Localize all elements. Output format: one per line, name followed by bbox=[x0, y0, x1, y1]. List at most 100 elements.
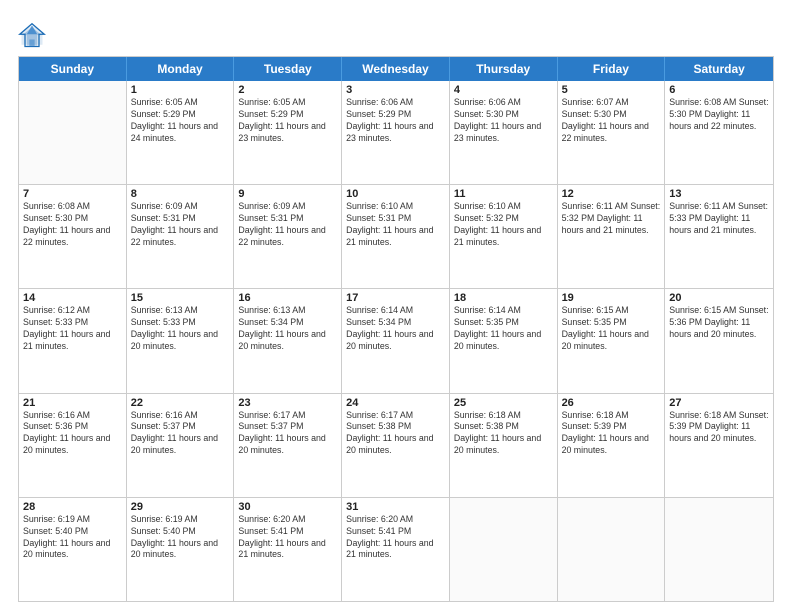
day-info: Sunrise: 6:17 AM Sunset: 5:38 PM Dayligh… bbox=[346, 410, 445, 458]
day-number: 9 bbox=[238, 188, 337, 200]
day-number: 23 bbox=[238, 397, 337, 409]
day-cell-30: 30Sunrise: 6:20 AM Sunset: 5:41 PM Dayli… bbox=[234, 498, 342, 601]
day-cell-4: 4Sunrise: 6:06 AM Sunset: 5:30 PM Daylig… bbox=[450, 81, 558, 184]
calendar-row-3: 14Sunrise: 6:12 AM Sunset: 5:33 PM Dayli… bbox=[19, 288, 773, 392]
day-info: Sunrise: 6:09 AM Sunset: 5:31 PM Dayligh… bbox=[238, 201, 337, 249]
header-day-wednesday: Wednesday bbox=[342, 57, 450, 81]
day-number: 5 bbox=[562, 84, 661, 96]
day-cell-29: 29Sunrise: 6:19 AM Sunset: 5:40 PM Dayli… bbox=[127, 498, 235, 601]
day-number: 29 bbox=[131, 501, 230, 513]
day-number: 27 bbox=[669, 397, 769, 409]
day-info: Sunrise: 6:14 AM Sunset: 5:34 PM Dayligh… bbox=[346, 305, 445, 353]
day-cell-25: 25Sunrise: 6:18 AM Sunset: 5:38 PM Dayli… bbox=[450, 394, 558, 497]
calendar-row-4: 21Sunrise: 6:16 AM Sunset: 5:36 PM Dayli… bbox=[19, 393, 773, 497]
day-number: 28 bbox=[23, 501, 122, 513]
day-info: Sunrise: 6:05 AM Sunset: 5:29 PM Dayligh… bbox=[238, 97, 337, 145]
day-info: Sunrise: 6:18 AM Sunset: 5:38 PM Dayligh… bbox=[454, 410, 553, 458]
day-cell-14: 14Sunrise: 6:12 AM Sunset: 5:33 PM Dayli… bbox=[19, 289, 127, 392]
day-number: 13 bbox=[669, 188, 769, 200]
day-number: 10 bbox=[346, 188, 445, 200]
day-cell-31: 31Sunrise: 6:20 AM Sunset: 5:41 PM Dayli… bbox=[342, 498, 450, 601]
day-number: 12 bbox=[562, 188, 661, 200]
calendar-row-1: 1Sunrise: 6:05 AM Sunset: 5:29 PM Daylig… bbox=[19, 81, 773, 184]
calendar-header: SundayMondayTuesdayWednesdayThursdayFrid… bbox=[19, 57, 773, 81]
day-number: 4 bbox=[454, 84, 553, 96]
day-cell-7: 7Sunrise: 6:08 AM Sunset: 5:30 PM Daylig… bbox=[19, 185, 127, 288]
day-number: 31 bbox=[346, 501, 445, 513]
day-info: Sunrise: 6:20 AM Sunset: 5:41 PM Dayligh… bbox=[238, 514, 337, 562]
day-number: 6 bbox=[669, 84, 769, 96]
day-number: 11 bbox=[454, 188, 553, 200]
day-number: 2 bbox=[238, 84, 337, 96]
day-info: Sunrise: 6:11 AM Sunset: 5:33 PM Dayligh… bbox=[669, 201, 769, 237]
header-day-monday: Monday bbox=[127, 57, 235, 81]
header-day-friday: Friday bbox=[558, 57, 666, 81]
day-number: 24 bbox=[346, 397, 445, 409]
day-cell-20: 20Sunrise: 6:15 AM Sunset: 5:36 PM Dayli… bbox=[665, 289, 773, 392]
day-number: 7 bbox=[23, 188, 122, 200]
calendar-row-5: 28Sunrise: 6:19 AM Sunset: 5:40 PM Dayli… bbox=[19, 497, 773, 601]
day-number: 15 bbox=[131, 292, 230, 304]
day-cell-empty bbox=[665, 498, 773, 601]
calendar: SundayMondayTuesdayWednesdayThursdayFrid… bbox=[18, 56, 774, 602]
header-day-sunday: Sunday bbox=[19, 57, 127, 81]
day-info: Sunrise: 6:16 AM Sunset: 5:37 PM Dayligh… bbox=[131, 410, 230, 458]
day-cell-12: 12Sunrise: 6:11 AM Sunset: 5:32 PM Dayli… bbox=[558, 185, 666, 288]
day-cell-1: 1Sunrise: 6:05 AM Sunset: 5:29 PM Daylig… bbox=[127, 81, 235, 184]
day-cell-5: 5Sunrise: 6:07 AM Sunset: 5:30 PM Daylig… bbox=[558, 81, 666, 184]
logo-icon bbox=[18, 22, 46, 50]
day-cell-empty bbox=[558, 498, 666, 601]
day-info: Sunrise: 6:15 AM Sunset: 5:36 PM Dayligh… bbox=[669, 305, 769, 341]
day-cell-18: 18Sunrise: 6:14 AM Sunset: 5:35 PM Dayli… bbox=[450, 289, 558, 392]
day-number: 26 bbox=[562, 397, 661, 409]
day-number: 21 bbox=[23, 397, 122, 409]
calendar-body: 1Sunrise: 6:05 AM Sunset: 5:29 PM Daylig… bbox=[19, 81, 773, 601]
day-info: Sunrise: 6:05 AM Sunset: 5:29 PM Dayligh… bbox=[131, 97, 230, 145]
day-info: Sunrise: 6:10 AM Sunset: 5:31 PM Dayligh… bbox=[346, 201, 445, 249]
day-cell-17: 17Sunrise: 6:14 AM Sunset: 5:34 PM Dayli… bbox=[342, 289, 450, 392]
day-number: 1 bbox=[131, 84, 230, 96]
day-info: Sunrise: 6:20 AM Sunset: 5:41 PM Dayligh… bbox=[346, 514, 445, 562]
day-cell-27: 27Sunrise: 6:18 AM Sunset: 5:39 PM Dayli… bbox=[665, 394, 773, 497]
header bbox=[18, 18, 774, 50]
day-number: 16 bbox=[238, 292, 337, 304]
day-number: 30 bbox=[238, 501, 337, 513]
day-number: 19 bbox=[562, 292, 661, 304]
day-info: Sunrise: 6:15 AM Sunset: 5:35 PM Dayligh… bbox=[562, 305, 661, 353]
day-info: Sunrise: 6:19 AM Sunset: 5:40 PM Dayligh… bbox=[131, 514, 230, 562]
day-cell-24: 24Sunrise: 6:17 AM Sunset: 5:38 PM Dayli… bbox=[342, 394, 450, 497]
logo bbox=[18, 22, 50, 50]
day-cell-23: 23Sunrise: 6:17 AM Sunset: 5:37 PM Dayli… bbox=[234, 394, 342, 497]
day-cell-2: 2Sunrise: 6:05 AM Sunset: 5:29 PM Daylig… bbox=[234, 81, 342, 184]
day-cell-15: 15Sunrise: 6:13 AM Sunset: 5:33 PM Dayli… bbox=[127, 289, 235, 392]
day-info: Sunrise: 6:19 AM Sunset: 5:40 PM Dayligh… bbox=[23, 514, 122, 562]
day-info: Sunrise: 6:06 AM Sunset: 5:30 PM Dayligh… bbox=[454, 97, 553, 145]
day-cell-9: 9Sunrise: 6:09 AM Sunset: 5:31 PM Daylig… bbox=[234, 185, 342, 288]
day-cell-21: 21Sunrise: 6:16 AM Sunset: 5:36 PM Dayli… bbox=[19, 394, 127, 497]
day-cell-empty bbox=[19, 81, 127, 184]
day-info: Sunrise: 6:12 AM Sunset: 5:33 PM Dayligh… bbox=[23, 305, 122, 353]
day-number: 22 bbox=[131, 397, 230, 409]
header-day-saturday: Saturday bbox=[665, 57, 773, 81]
day-cell-3: 3Sunrise: 6:06 AM Sunset: 5:29 PM Daylig… bbox=[342, 81, 450, 184]
day-cell-22: 22Sunrise: 6:16 AM Sunset: 5:37 PM Dayli… bbox=[127, 394, 235, 497]
day-cell-16: 16Sunrise: 6:13 AM Sunset: 5:34 PM Dayli… bbox=[234, 289, 342, 392]
day-info: Sunrise: 6:08 AM Sunset: 5:30 PM Dayligh… bbox=[669, 97, 769, 133]
day-info: Sunrise: 6:13 AM Sunset: 5:33 PM Dayligh… bbox=[131, 305, 230, 353]
day-number: 18 bbox=[454, 292, 553, 304]
day-cell-10: 10Sunrise: 6:10 AM Sunset: 5:31 PM Dayli… bbox=[342, 185, 450, 288]
day-info: Sunrise: 6:10 AM Sunset: 5:32 PM Dayligh… bbox=[454, 201, 553, 249]
day-cell-6: 6Sunrise: 6:08 AM Sunset: 5:30 PM Daylig… bbox=[665, 81, 773, 184]
day-cell-empty bbox=[450, 498, 558, 601]
day-info: Sunrise: 6:09 AM Sunset: 5:31 PM Dayligh… bbox=[131, 201, 230, 249]
header-day-tuesday: Tuesday bbox=[234, 57, 342, 81]
day-cell-13: 13Sunrise: 6:11 AM Sunset: 5:33 PM Dayli… bbox=[665, 185, 773, 288]
day-number: 25 bbox=[454, 397, 553, 409]
day-number: 17 bbox=[346, 292, 445, 304]
day-number: 20 bbox=[669, 292, 769, 304]
day-cell-28: 28Sunrise: 6:19 AM Sunset: 5:40 PM Dayli… bbox=[19, 498, 127, 601]
day-info: Sunrise: 6:13 AM Sunset: 5:34 PM Dayligh… bbox=[238, 305, 337, 353]
day-info: Sunrise: 6:06 AM Sunset: 5:29 PM Dayligh… bbox=[346, 97, 445, 145]
day-number: 8 bbox=[131, 188, 230, 200]
day-cell-11: 11Sunrise: 6:10 AM Sunset: 5:32 PM Dayli… bbox=[450, 185, 558, 288]
